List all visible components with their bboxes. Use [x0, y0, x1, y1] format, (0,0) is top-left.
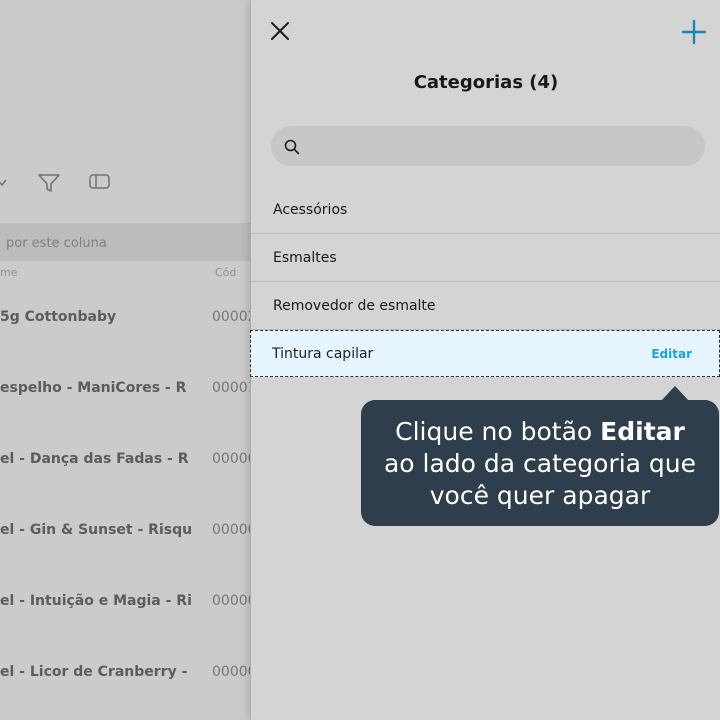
tooltip-text: Clique no botão	[395, 417, 601, 446]
search-input[interactable]	[309, 131, 689, 161]
category-list: Acessórios Esmaltes Removedor de esmalte	[251, 186, 720, 330]
search-icon	[284, 139, 300, 155]
tooltip-line-2: ao lado da categoria que	[383, 449, 697, 478]
close-icon[interactable]	[267, 18, 293, 44]
category-item[interactable]: Acessórios	[251, 186, 720, 234]
category-label: Removedor de esmalte	[273, 298, 436, 314]
edit-button[interactable]: Editar	[651, 347, 692, 361]
panel-title: Categorias (4)	[413, 72, 559, 93]
tooltip-line-3: você quer apagar	[429, 481, 651, 510]
category-label: Tintura capilar	[272, 346, 374, 362]
category-label: Esmaltes	[273, 250, 337, 266]
category-label: Acessórios	[273, 202, 348, 218]
tutorial-tooltip: Clique no botão Editar ao lado da catego…	[361, 400, 719, 526]
category-item-highlighted[interactable]: Tintura capilar Editar	[250, 330, 720, 377]
category-item[interactable]: Removedor de esmalte	[251, 282, 720, 330]
tooltip-bold-text: Editar	[600, 417, 685, 446]
plus-icon[interactable]	[680, 18, 708, 46]
tooltip-arrow	[661, 386, 689, 401]
category-item[interactable]: Esmaltes	[251, 234, 720, 282]
tooltip-line-1: Clique no botão Editar	[361, 416, 719, 448]
